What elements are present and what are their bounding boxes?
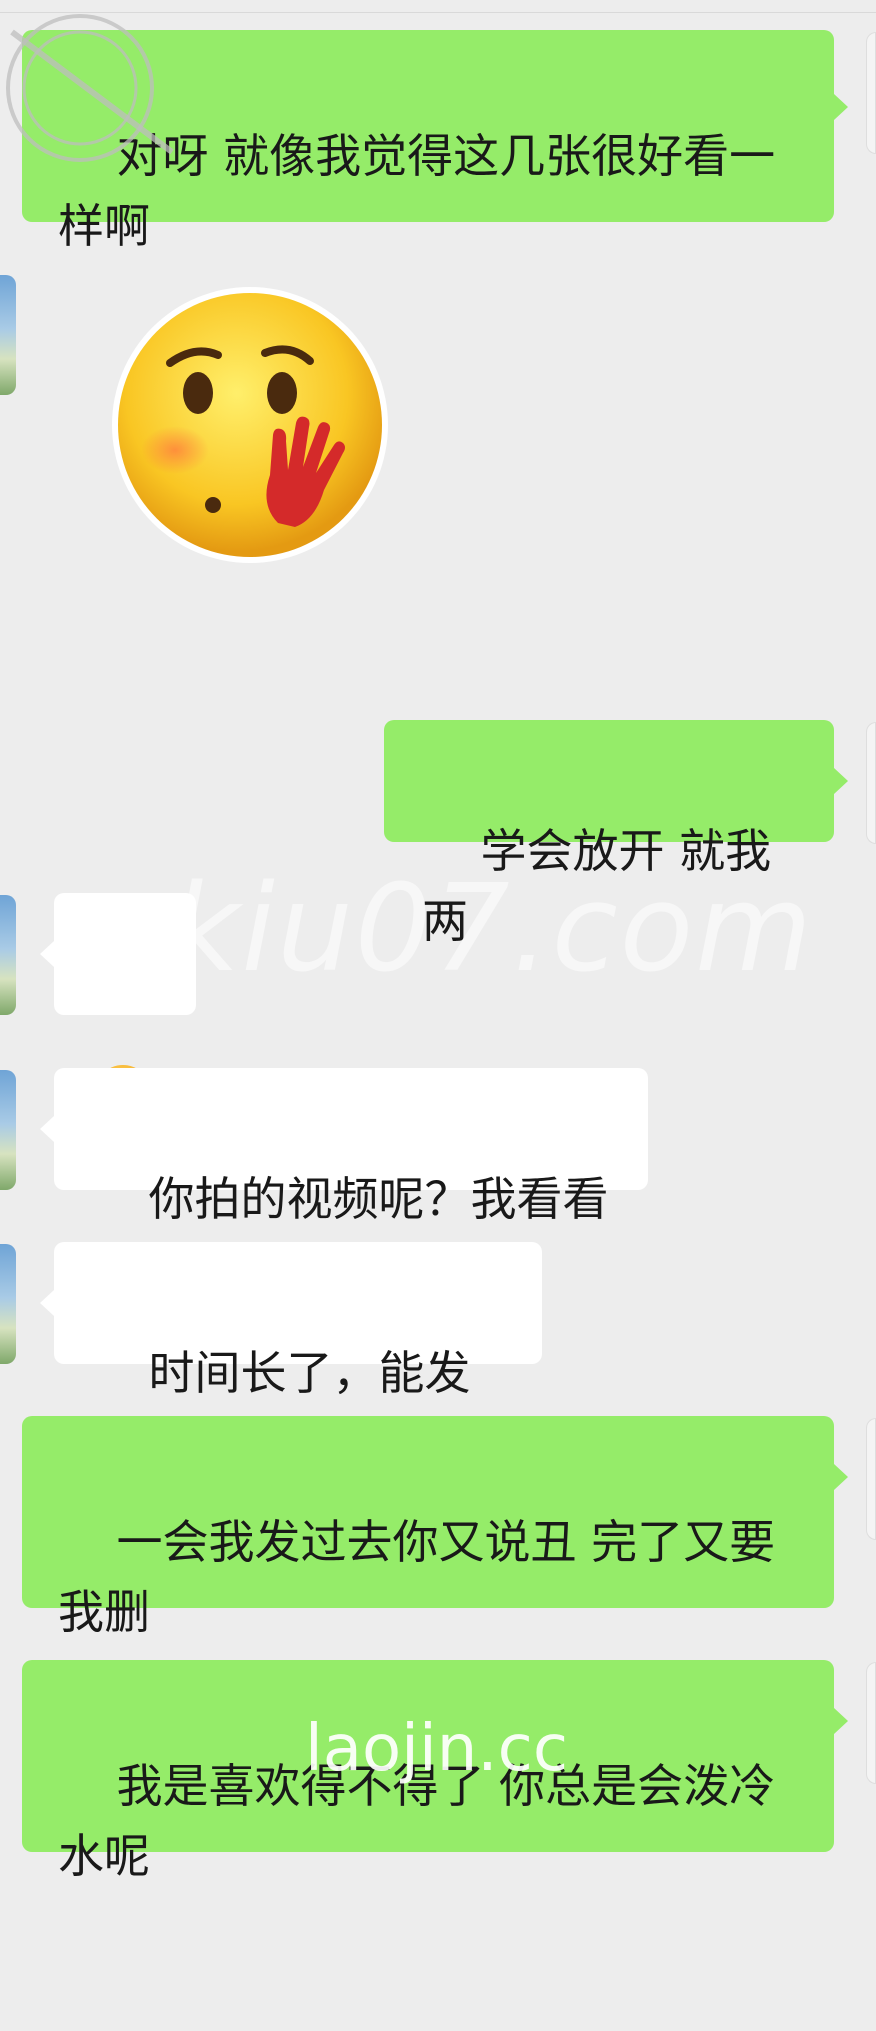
- message-text: 你拍的视频呢？我看看: [148, 1172, 609, 1226]
- watermark-stamp-icon: [6, 14, 174, 162]
- watermark-center: kiu07.com: [170, 860, 815, 999]
- message-bubble-outgoing[interactable]: 一会我发过去你又说丑 完了又要我删: [22, 1416, 848, 1639]
- message-text: 一会我发过去你又说丑 完了又要我删: [58, 1515, 776, 1639]
- message-bubble-outgoing[interactable]: 学会放开 就我两: [384, 720, 848, 948]
- self-avatar[interactable]: [866, 722, 876, 844]
- contact-avatar[interactable]: [0, 1244, 16, 1364]
- shy-face-hand-icon[interactable]: [110, 285, 390, 565]
- contact-avatar[interactable]: [0, 1070, 16, 1190]
- watermark-bottom: laojin.cc: [305, 1712, 568, 1786]
- self-avatar[interactable]: [866, 1418, 876, 1540]
- self-avatar[interactable]: [866, 32, 876, 154]
- chat-area: 对呀 就像我觉得这几张很好看一样啊 学会放开 就我两 你拍的视频呢？我看看 时间…: [0, 0, 876, 1883]
- message-bubble-incoming[interactable]: 你拍的视频呢？我看看: [40, 1068, 648, 1226]
- contact-avatar[interactable]: [0, 275, 16, 395]
- self-avatar[interactable]: [866, 1662, 876, 1784]
- message-bubble-incoming[interactable]: 时间长了，能发吗: [40, 1242, 542, 1470]
- contact-avatar[interactable]: [0, 895, 16, 1015]
